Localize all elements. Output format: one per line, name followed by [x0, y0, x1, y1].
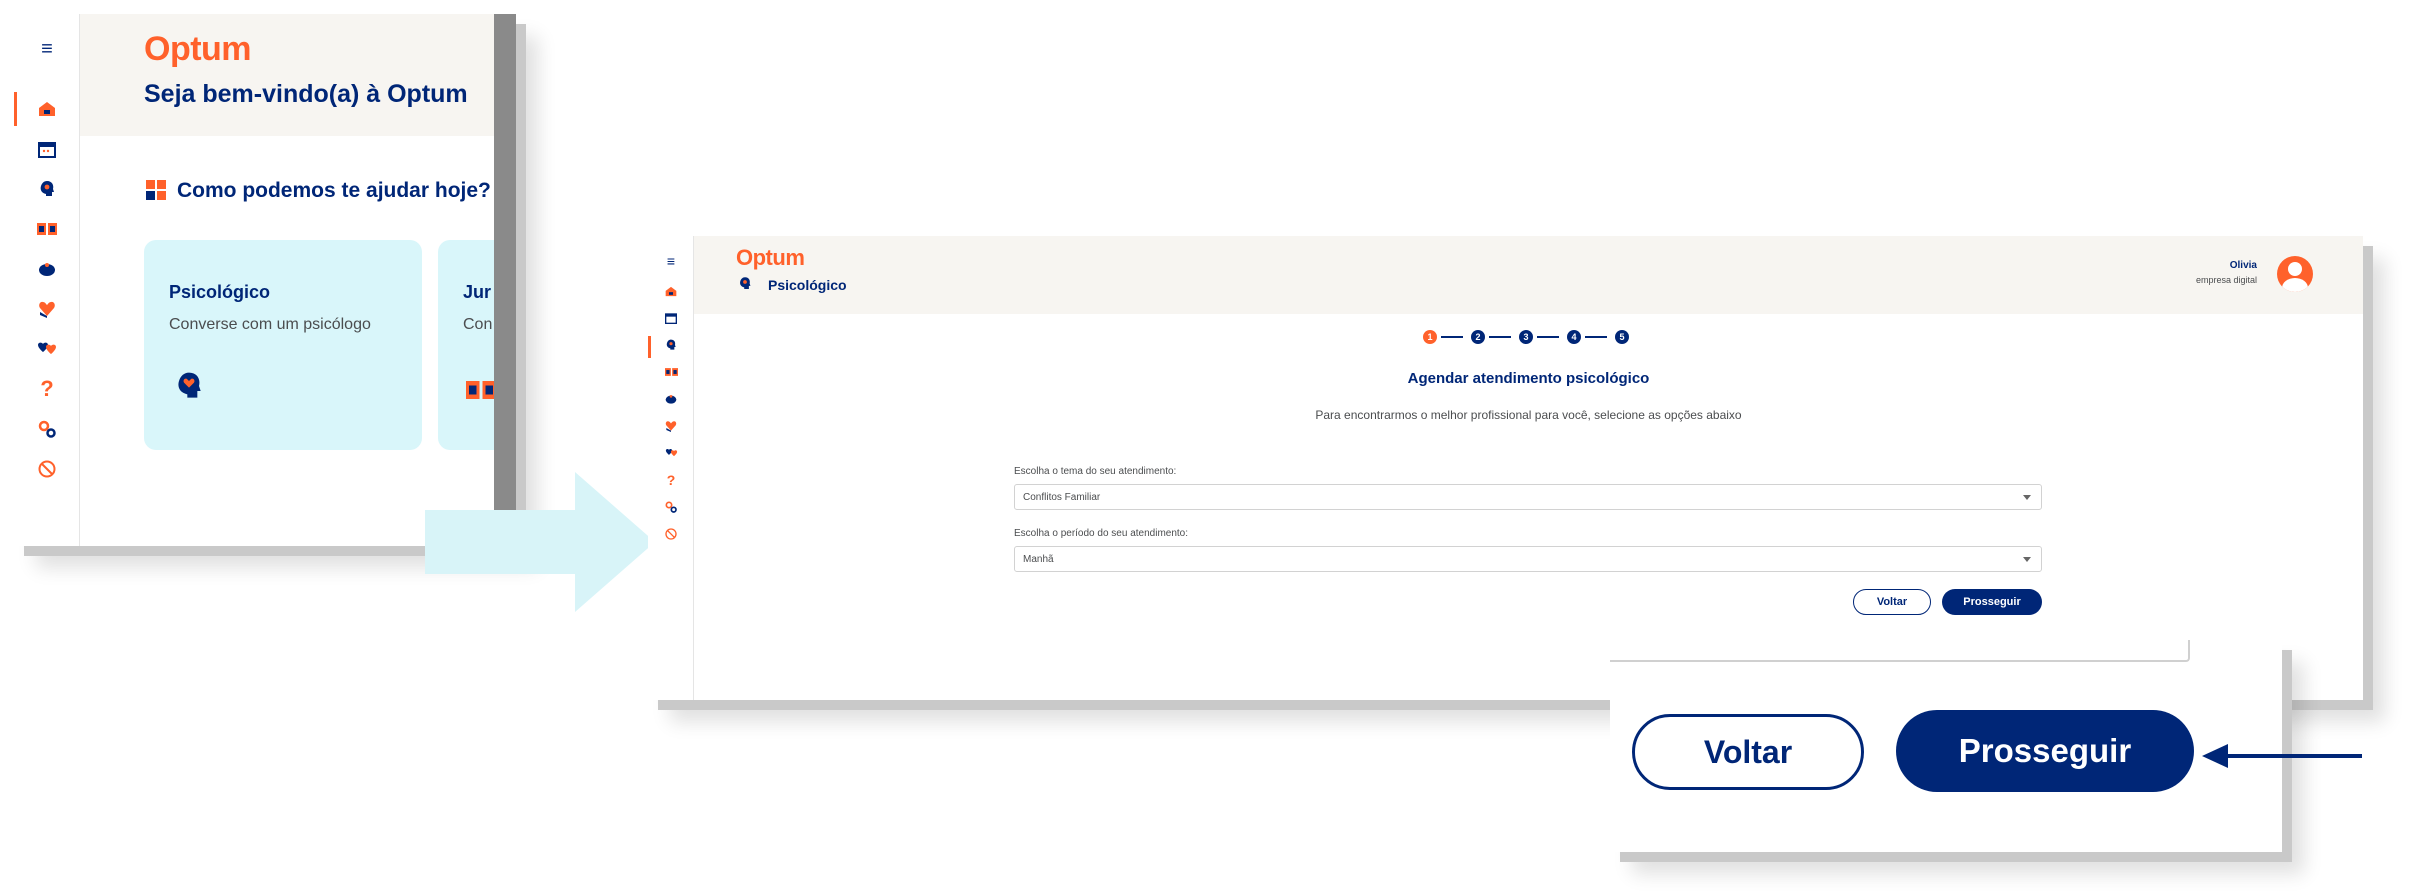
home-icon[interactable] [660, 280, 682, 302]
step-3: 3 [1519, 330, 1533, 344]
sidebar: ≡ ? [648, 236, 694, 700]
back-button-zoomed[interactable]: Voltar [1632, 714, 1864, 790]
period-value: Manhã [1023, 553, 1054, 565]
menu-icon[interactable]: ≡ [36, 38, 58, 60]
step-connector [1585, 336, 1607, 338]
page-title: Agendar atendimento psicológico [1407, 370, 1650, 387]
step-connector [1537, 336, 1559, 338]
step-1: 1 [1423, 330, 1437, 344]
heart-hand-icon[interactable] [36, 298, 58, 320]
welcome-title: Seja bem-vindo(a) à Optum [144, 80, 468, 108]
theme-value: Conflitos Familiar [1023, 491, 1101, 503]
period-label: Escolha o período do seu atendimento: [1014, 528, 1189, 539]
question-icon[interactable]: ? [660, 469, 682, 491]
heart-chat-icon[interactable] [660, 442, 682, 464]
calendar-icon[interactable] [660, 307, 682, 329]
step-2: 2 [1471, 330, 1485, 344]
card-title: Jur [463, 282, 492, 302]
step-connector [1441, 336, 1463, 338]
theme-label: Escolha o tema do seu atendimento: [1014, 466, 1177, 477]
pointer-arrow [2202, 744, 2362, 768]
page-header [694, 236, 2363, 314]
block-icon[interactable] [660, 523, 682, 545]
card-psicologico[interactable]: Psicológico Converse com um psicólogo [144, 240, 422, 450]
page-subtitle: Para encontrarmos o melhor profissional … [1315, 408, 1742, 422]
head-icon[interactable] [36, 178, 58, 200]
question-icon[interactable]: ? [36, 376, 58, 401]
active-indicator [14, 92, 17, 126]
theme-select[interactable]: Conflitos Familiar [1014, 484, 2042, 510]
schedule-screen: ≡ ? Optum Psicológico Olivia empresa dig… [648, 236, 2363, 700]
head-icon[interactable] [660, 334, 682, 356]
document-icon [466, 380, 496, 405]
user-company: empresa digital [2195, 275, 2257, 285]
sidebar: ≡ ? [14, 14, 80, 546]
menu-icon[interactable]: ≡ [660, 250, 682, 272]
zoom-callout: Voltar Prosseguir [1610, 640, 2282, 852]
card-subtitle: Con [463, 316, 493, 333]
piggy-bank-icon[interactable] [36, 258, 58, 280]
step-4: 4 [1567, 330, 1581, 344]
card-subtitle: Converse com um psicólogo [169, 316, 371, 333]
transition-arrow [425, 472, 655, 612]
optum-logo: Optum [144, 30, 252, 68]
head-heart-icon [174, 370, 204, 407]
piggy-bank-icon[interactable] [660, 388, 682, 410]
next-button[interactable]: Prosseguir [1942, 589, 2042, 615]
card-title: Psicológico [169, 282, 271, 302]
chevron-down-icon [2023, 557, 2031, 562]
step-connector [1489, 336, 1511, 338]
active-indicator [648, 336, 651, 358]
heart-chat-icon[interactable] [36, 338, 58, 360]
welcome-screen: ≡ ? Optum Seja bem-vindo(a) à Optum Como… [14, 14, 516, 546]
home-icon[interactable] [36, 98, 58, 120]
gears-icon[interactable] [36, 418, 58, 440]
block-icon[interactable] [36, 458, 58, 480]
calendar-icon[interactable] [36, 138, 58, 160]
optum-logo: Optum [736, 245, 805, 270]
avatar[interactable] [2277, 256, 2313, 292]
chevron-down-icon [2023, 495, 2031, 500]
next-button-zoomed[interactable]: Prosseguir [1896, 710, 2194, 792]
head-icon [738, 276, 752, 296]
scroll-edge [494, 14, 516, 546]
document-icon[interactable] [36, 218, 58, 240]
select-edge [1610, 640, 2190, 662]
user-name: Olivia [2229, 260, 2257, 271]
back-button[interactable]: Voltar [1853, 589, 1931, 615]
tutorial-composite: ≡ ? Optum Seja bem-vindo(a) à Optum Como… [0, 0, 2427, 894]
step-5: 5 [1615, 330, 1629, 344]
section-title: Psicológico [768, 277, 847, 293]
help-title: Como podemos te ajudar hoje? [177, 179, 491, 202]
period-select[interactable]: Manhã [1014, 546, 2042, 572]
gears-icon[interactable] [660, 496, 682, 518]
grid-icon [146, 180, 166, 205]
